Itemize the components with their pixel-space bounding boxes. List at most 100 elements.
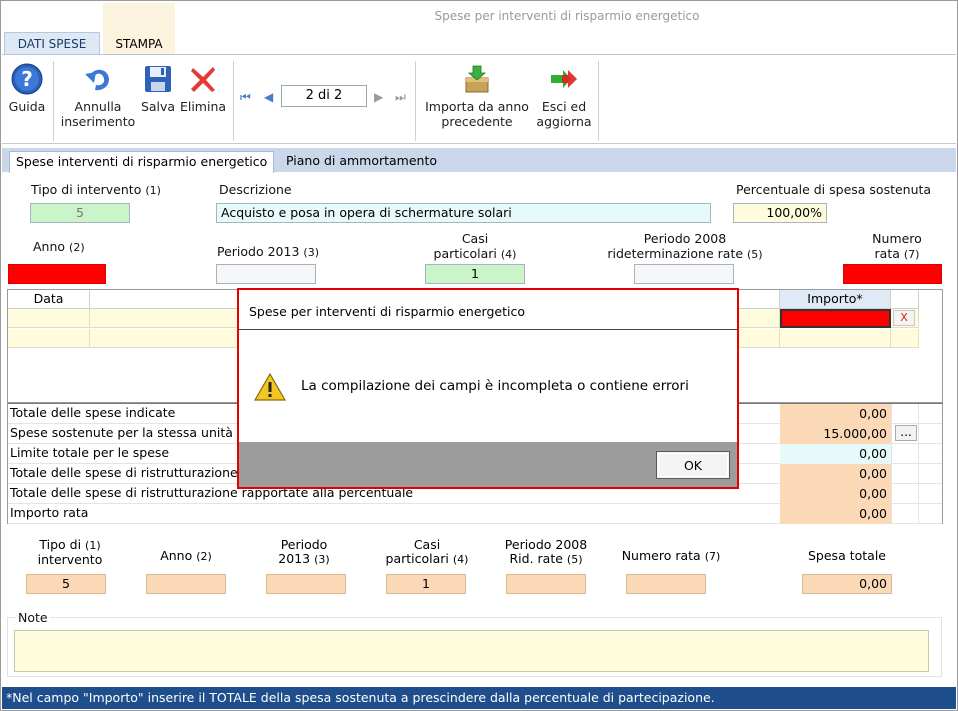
delete-x-icon [191, 67, 215, 92]
grid-cell-delete: X [891, 309, 919, 328]
totals-row-value: 0,00 [780, 464, 891, 484]
record-position-field[interactable]: 2 di 2 [281, 85, 367, 107]
esci-aggiorna-button[interactable]: Esci ed aggiorna [534, 63, 594, 129]
tab-stampa[interactable]: STAMPA [103, 3, 175, 54]
dialog-button-bar: OK [239, 442, 737, 487]
undo-icon [85, 69, 109, 91]
casi-particolari-label: Casi particolari (4) [433, 231, 517, 261]
totals-row-value: 0,00 [780, 404, 891, 424]
totals-row-label: Totale delle spese di ristrutturazione [10, 465, 238, 480]
periodo-2013-field[interactable] [216, 264, 316, 284]
summary-casi-field: 1 [386, 574, 466, 594]
totals-row-extra [891, 404, 919, 424]
summary-anno-field [146, 574, 226, 594]
svg-text:?: ? [21, 67, 33, 91]
totals-row-extra: ... [891, 424, 919, 444]
dialog-message: La compilazione dei campi è incompleta o… [301, 378, 689, 394]
toolbar-separator [415, 61, 416, 141]
numero-rata-label: Numero rata (7) [872, 231, 922, 261]
totals-row-label: Limite totale per le spese [10, 445, 170, 460]
delete-row-button[interactable]: X [893, 310, 915, 326]
tab-dati-spese[interactable]: DATI SPESE [4, 32, 100, 54]
descrizione-field[interactable]: Acquisto e posa in opera di schermature … [216, 203, 711, 223]
totals-row-extra [891, 504, 919, 524]
salva-button[interactable]: Salva [139, 63, 177, 114]
guida-button[interactable]: ? Guida [6, 63, 48, 114]
grid-cell-data[interactable] [8, 329, 90, 348]
column-header-blank [891, 290, 919, 309]
numero-rata-field[interactable] [843, 264, 942, 284]
ok-button[interactable]: OK [656, 451, 730, 479]
totals-row-value: 15.000,00 [780, 424, 891, 444]
details-ellipsis-button[interactable]: ... [895, 425, 917, 441]
totals-row-label: Totale delle spese indicate [10, 405, 176, 420]
first-record-icon[interactable]: ⏮ [240, 90, 251, 105]
totals-row-extra [891, 444, 919, 464]
warning-icon [253, 372, 287, 401]
casi-particolari-field[interactable]: 1 [425, 264, 525, 284]
percentuale-label: Percentuale di spesa sostenuta [736, 182, 932, 197]
periodo-2008-label: Periodo 2008 rideterminazione rate (5) [607, 231, 763, 261]
periodo-2013-label: Periodo 2013 (3) [217, 244, 319, 259]
footer-hint: *Nel campo "Importo" inserire il TOTALE … [2, 687, 956, 709]
summary-periodo-2008-field [506, 574, 586, 594]
totals-row-extra [891, 484, 919, 504]
save-icon [145, 66, 171, 92]
grid-cell-delete [891, 329, 919, 348]
exit-arrow-icon [551, 70, 577, 88]
summary-anno-label: Anno (2) [160, 548, 212, 564]
tab-stampa-label: STAMPA [115, 37, 163, 51]
totals-row-value[interactable]: 0,00 [780, 444, 891, 464]
previous-record-icon[interactable]: ◀ [264, 90, 273, 104]
percentuale-field[interactable]: 100,00% [733, 203, 827, 223]
summary-spesa-totale-label: Spesa totale [808, 548, 886, 563]
note-label: Note [16, 610, 50, 625]
column-header-importo[interactable]: Importo* [780, 290, 891, 309]
totals-row-label: Spese sostenute per la stessa unità [10, 425, 233, 440]
summary-tipo-label: Tipo di (1) intervento [37, 537, 103, 567]
elimina-button[interactable]: Elimina [179, 63, 227, 114]
annulla-label-line1: Annulla [74, 99, 122, 114]
dialog-divider [239, 329, 737, 330]
annulla-inserimento-button[interactable]: Annulla inserimento [58, 63, 138, 129]
summary-casi-label: Casi particolari (4) [385, 537, 469, 567]
importa-label-line2: precedente [441, 114, 513, 129]
totals-row-label: Importo rata [10, 505, 89, 520]
importa-label-line1: Importa da anno [425, 99, 529, 114]
totals-row-extra [891, 464, 919, 484]
salva-label: Salva [140, 99, 176, 114]
guida-label: Guida [8, 99, 46, 114]
tab-piano-ammortamento[interactable]: Piano di ammortamento [280, 151, 443, 173]
summary-numero-rata-label: Numero rata (7) [621, 548, 721, 564]
grid-cell-data[interactable] [8, 309, 90, 328]
toolbar-separator [598, 61, 599, 141]
grid-cell-importo[interactable] [780, 329, 891, 348]
summary-periodo-2008-label: Periodo 2008 Rid. rate (5) [504, 537, 588, 567]
summary-tipo-field: 5 [26, 574, 106, 594]
descrizione-label: Descrizione [219, 182, 292, 197]
toolbar-separator [53, 61, 54, 141]
summary-spesa-totale-field: 0,00 [802, 574, 892, 594]
tipo-intervento-label: Tipo di intervento (1) [31, 182, 161, 197]
error-dialog: Spese per interventi di risparmio energe… [237, 288, 739, 489]
column-header-data[interactable]: Data [8, 290, 90, 309]
importa-anno-precedente-button[interactable]: Importa da anno precedente [420, 63, 534, 129]
tab-spese-interventi[interactable]: Spese interventi di risparmio energetico [9, 151, 275, 173]
note-textarea[interactable] [14, 630, 929, 672]
esci-label-line2: aggiorna [536, 114, 592, 129]
totals-row-value: 0,00 [780, 484, 891, 504]
import-box-icon [465, 65, 489, 93]
periodo-2008-field[interactable] [634, 264, 734, 284]
next-record-icon[interactable]: ▶ [374, 90, 383, 104]
grid-cell-importo[interactable] [780, 309, 891, 328]
tipo-intervento-field[interactable]: 5 [30, 203, 130, 223]
totals-row: Importo rata 0,00 [8, 504, 942, 524]
toolbar: ? Guida Annulla inserimento Salva Elimin… [2, 54, 956, 144]
last-record-icon[interactable]: ⏭ [395, 90, 406, 105]
annulla-label-line2: inserimento [60, 114, 136, 129]
help-icon: ? [11, 63, 43, 95]
esci-label-line1: Esci ed [541, 99, 587, 114]
toolbar-separator [233, 61, 234, 141]
summary-periodo-2013-label: Periodo 2013 (3) [278, 537, 330, 567]
anno-field[interactable] [8, 264, 106, 284]
